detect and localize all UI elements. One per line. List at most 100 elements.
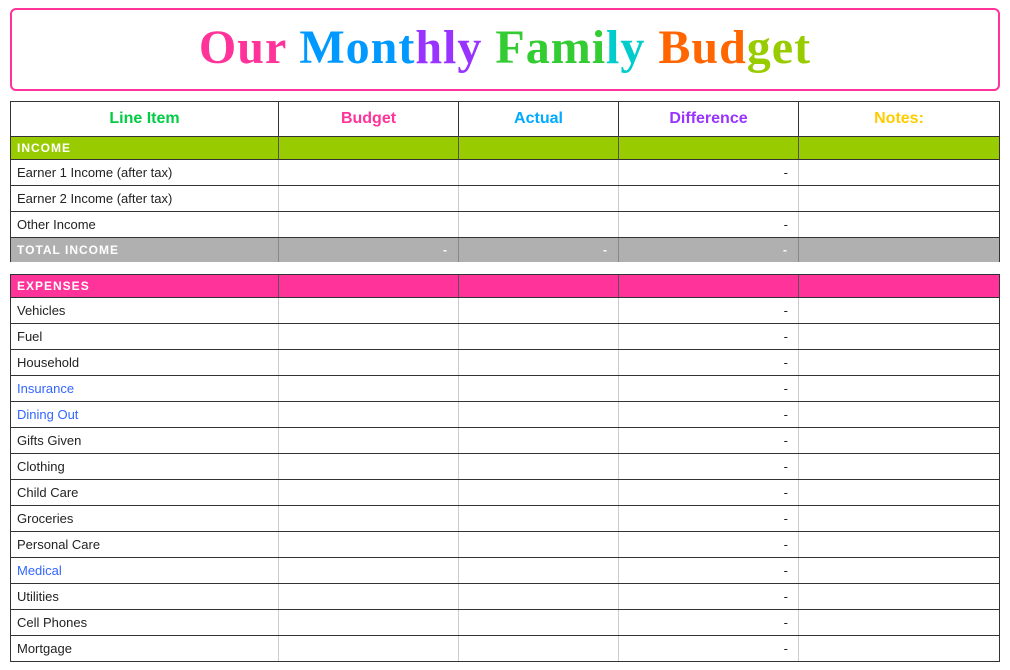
- expense-row-11: Medical -: [10, 557, 1000, 583]
- expense-actual-10[interactable]: [459, 532, 619, 557]
- expense-budget-10[interactable]: [279, 532, 459, 557]
- expense-actual-5[interactable]: [459, 402, 619, 427]
- income-section-header: INCOME: [10, 136, 1000, 159]
- expense-actual-6[interactable]: [459, 428, 619, 453]
- income-diff-2: [619, 186, 799, 211]
- expense-budget-12[interactable]: [279, 584, 459, 609]
- expense-actual-4[interactable]: [459, 376, 619, 401]
- expense-notes-2[interactable]: [799, 324, 999, 349]
- expense-row-4: Insurance -: [10, 375, 1000, 401]
- expense-diff-13: -: [619, 610, 799, 635]
- expense-item-9: Groceries: [11, 506, 279, 531]
- expense-row-8: Child Care -: [10, 479, 1000, 505]
- expense-diff-2: -: [619, 324, 799, 349]
- title-text: Our Monthly Family Budget: [12, 20, 998, 75]
- header-difference: Difference: [619, 102, 799, 136]
- expense-budget-6[interactable]: [279, 428, 459, 453]
- income-actual-3[interactable]: [459, 212, 619, 237]
- expense-notes-9[interactable]: [799, 506, 999, 531]
- expense-notes-6[interactable]: [799, 428, 999, 453]
- income-notes-3[interactable]: [799, 212, 999, 237]
- expense-actual-12[interactable]: [459, 584, 619, 609]
- expense-actual-9[interactable]: [459, 506, 619, 531]
- expense-budget-8[interactable]: [279, 480, 459, 505]
- total-income-budget: -: [279, 238, 459, 262]
- expense-actual-2[interactable]: [459, 324, 619, 349]
- expense-rows-container: Vehicles - Fuel - Household - Insurance …: [10, 297, 1000, 662]
- expense-diff-14: -: [619, 636, 799, 661]
- total-income-label: TOTAL INCOME: [11, 238, 279, 262]
- expense-item-13: Cell Phones: [11, 610, 279, 635]
- expense-row-13: Cell Phones -: [10, 609, 1000, 635]
- expense-budget-3[interactable]: [279, 350, 459, 375]
- income-item-2: Earner 2 Income (after tax): [11, 186, 279, 211]
- expense-notes-4[interactable]: [799, 376, 999, 401]
- income-actual-2[interactable]: [459, 186, 619, 211]
- expense-diff-4: -: [619, 376, 799, 401]
- income-header-actual: [459, 137, 619, 159]
- expense-item-6: Gifts Given: [11, 428, 279, 453]
- title-budget2: get: [747, 21, 811, 74]
- expense-budget-7[interactable]: [279, 454, 459, 479]
- expense-budget-5[interactable]: [279, 402, 459, 427]
- expense-item-8: Child Care: [11, 480, 279, 505]
- expense-item-5: Dining Out: [11, 402, 279, 427]
- title-our: Our: [199, 21, 299, 74]
- expense-diff-6: -: [619, 428, 799, 453]
- expense-notes-10[interactable]: [799, 532, 999, 557]
- expense-actual-11[interactable]: [459, 558, 619, 583]
- expense-actual-14[interactable]: [459, 636, 619, 661]
- expense-notes-13[interactable]: [799, 610, 999, 635]
- expense-budget-11[interactable]: [279, 558, 459, 583]
- expense-notes-12[interactable]: [799, 584, 999, 609]
- expense-budget-2[interactable]: [279, 324, 459, 349]
- expense-actual-8[interactable]: [459, 480, 619, 505]
- income-actual-1[interactable]: [459, 160, 619, 185]
- expense-actual-3[interactable]: [459, 350, 619, 375]
- expense-budget-13[interactable]: [279, 610, 459, 635]
- income-budget-1[interactable]: [279, 160, 459, 185]
- expense-budget-1[interactable]: [279, 298, 459, 323]
- expense-notes-8[interactable]: [799, 480, 999, 505]
- expense-diff-8: -: [619, 480, 799, 505]
- expense-budget-4[interactable]: [279, 376, 459, 401]
- expense-notes-1[interactable]: [799, 298, 999, 323]
- income-budget-3[interactable]: [279, 212, 459, 237]
- header-line-item: Line Item: [11, 102, 279, 136]
- expenses-header-notes: [799, 275, 999, 297]
- expense-budget-14[interactable]: [279, 636, 459, 661]
- income-row-2: Earner 2 Income (after tax): [10, 185, 1000, 211]
- page-wrapper: Our Monthly Family Budget Line Item Budg…: [0, 0, 1010, 670]
- income-notes-1[interactable]: [799, 160, 999, 185]
- expense-actual-1[interactable]: [459, 298, 619, 323]
- expense-notes-14[interactable]: [799, 636, 999, 661]
- expenses-label: EXPENSES: [11, 275, 279, 297]
- expense-diff-12: -: [619, 584, 799, 609]
- expense-actual-13[interactable]: [459, 610, 619, 635]
- title-budget1: Bud: [658, 21, 746, 74]
- title-family: Fami: [495, 21, 606, 74]
- income-header-budget: [279, 137, 459, 159]
- column-headers: Line Item Budget Actual Difference Notes…: [10, 101, 1000, 136]
- expense-diff-3: -: [619, 350, 799, 375]
- income-notes-2[interactable]: [799, 186, 999, 211]
- expense-notes-5[interactable]: [799, 402, 999, 427]
- expense-item-14: Mortgage: [11, 636, 279, 661]
- expense-budget-9[interactable]: [279, 506, 459, 531]
- expense-item-2: Fuel: [11, 324, 279, 349]
- expense-notes-3[interactable]: [799, 350, 999, 375]
- income-budget-2[interactable]: [279, 186, 459, 211]
- income-label: INCOME: [11, 137, 279, 159]
- header-budget: Budget: [279, 102, 459, 136]
- title-monthly: Mont: [299, 21, 415, 74]
- title-box: Our Monthly Family Budget: [10, 8, 1000, 91]
- expense-actual-7[interactable]: [459, 454, 619, 479]
- expense-notes-11[interactable]: [799, 558, 999, 583]
- expense-row-9: Groceries -: [10, 505, 1000, 531]
- total-income-difference: -: [619, 238, 799, 262]
- expenses-header-actual: [459, 275, 619, 297]
- total-income-row: TOTAL INCOME - - -: [10, 237, 1000, 262]
- expense-item-12: Utilities: [11, 584, 279, 609]
- expense-row-6: Gifts Given -: [10, 427, 1000, 453]
- expense-notes-7[interactable]: [799, 454, 999, 479]
